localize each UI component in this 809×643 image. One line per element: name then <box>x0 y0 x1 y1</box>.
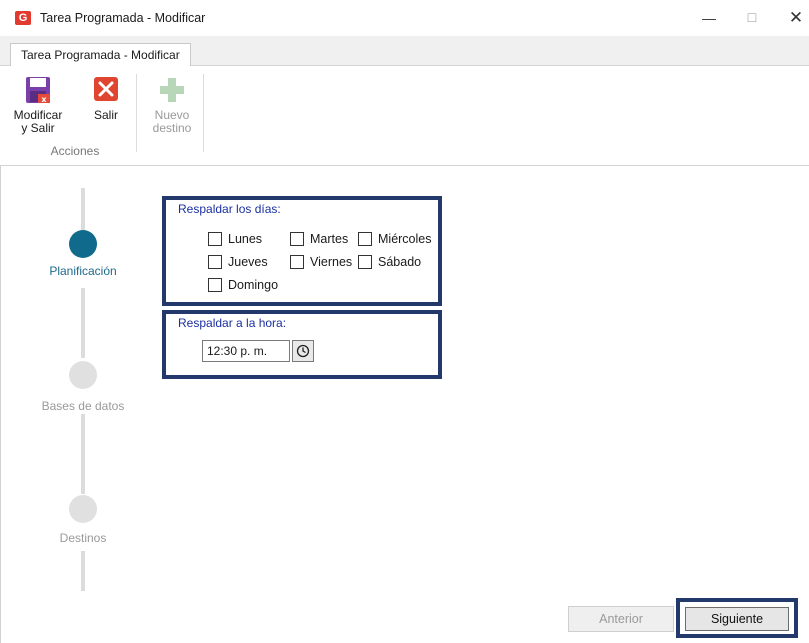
checkbox-box[interactable] <box>208 255 222 269</box>
time-input[interactable]: 12:30 p. m. <box>202 340 290 362</box>
step-label-destinations[interactable]: Destinos <box>23 531 143 545</box>
checkbox-box[interactable] <box>208 232 222 246</box>
ribbon-body: x Modificar y Salir Salir Nuevo destino … <box>0 66 809 166</box>
backup-days-group: Respaldar los días: Lunes Martes Miércol… <box>162 196 442 306</box>
step-label-databases[interactable]: Bases de datos <box>23 399 143 413</box>
checkbox-label: Martes <box>310 232 349 246</box>
ribbon-separator <box>203 74 204 152</box>
minimize-button[interactable]: — <box>697 6 721 30</box>
ribbon-tab-strip: Tarea Programada - Modificar <box>0 36 809 67</box>
window-title: Tarea Programada - Modificar <box>40 11 206 25</box>
checkbox-jueves[interactable]: Jueves <box>208 255 268 269</box>
step-label-planning[interactable]: Planificación <box>23 264 143 278</box>
checkbox-martes[interactable]: Martes <box>290 232 348 246</box>
save-icon: x <box>23 76 53 104</box>
exit-button[interactable]: Salir <box>86 76 126 122</box>
checkbox-box[interactable] <box>208 278 222 292</box>
stepper-line <box>81 414 85 494</box>
backup-days-title: Respaldar los días: <box>178 202 281 216</box>
checkbox-box[interactable] <box>358 232 372 246</box>
wizard-area: Planificación Bases de datos Destinos Re… <box>0 166 809 643</box>
checkbox-miercoles[interactable]: Miércoles <box>358 232 432 246</box>
checkbox-label: Jueves <box>228 255 268 269</box>
checkbox-domingo[interactable]: Domingo <box>208 278 278 292</box>
backup-time-title: Respaldar a la hora: <box>178 316 287 330</box>
checkbox-label: Miércoles <box>378 232 432 246</box>
clock-icon <box>296 344 310 358</box>
step-indicator-planning <box>69 230 97 258</box>
plus-icon <box>157 76 187 104</box>
step-indicator-databases <box>69 361 97 389</box>
ribbon-separator <box>136 74 137 152</box>
new-destination-label-line2: destino <box>152 121 192 135</box>
maximize-button[interactable]: ☐ <box>740 6 764 30</box>
checkbox-sabado[interactable]: Sábado <box>358 255 421 269</box>
checkbox-label: Viernes <box>310 255 353 269</box>
tab-tarea-programada[interactable]: Tarea Programada - Modificar <box>10 43 191 67</box>
previous-button[interactable]: Anterior <box>568 606 674 632</box>
checkbox-lunes[interactable]: Lunes <box>208 232 262 246</box>
new-destination-button[interactable]: Nuevo destino <box>142 76 202 135</box>
modify-label-line2: y Salir <box>21 121 55 135</box>
modify-and-exit-button[interactable]: x Modificar y Salir <box>10 76 66 135</box>
checkbox-box[interactable] <box>290 232 304 246</box>
time-picker-button[interactable] <box>292 340 314 362</box>
next-button[interactable]: Siguiente <box>685 607 789 631</box>
stepper-line <box>81 551 85 591</box>
backup-time-group: Respaldar a la hora: 12:30 p. m. <box>162 310 442 379</box>
title-bar: G Tarea Programada - Modificar — ☐ ✕ <box>0 0 809 36</box>
checkbox-label: Lunes <box>228 232 263 246</box>
stepper-line <box>81 188 85 230</box>
stepper-line <box>81 288 85 358</box>
checkbox-label: Sábado <box>378 255 422 269</box>
checkbox-viernes[interactable]: Viernes <box>290 255 352 269</box>
close-window-button[interactable]: ✕ <box>784 6 808 30</box>
checkbox-box[interactable] <box>358 255 372 269</box>
ribbon-group-label: Acciones <box>50 144 100 158</box>
checkbox-box[interactable] <box>290 255 304 269</box>
app-logo-icon: G <box>15 11 31 25</box>
svg-text:x: x <box>41 95 47 104</box>
next-button-highlight: Siguiente <box>676 598 798 638</box>
close-icon <box>91 76 121 104</box>
step-indicator-destinations <box>69 495 97 523</box>
exit-label: Salir <box>93 108 118 122</box>
checkbox-label: Domingo <box>228 278 279 292</box>
